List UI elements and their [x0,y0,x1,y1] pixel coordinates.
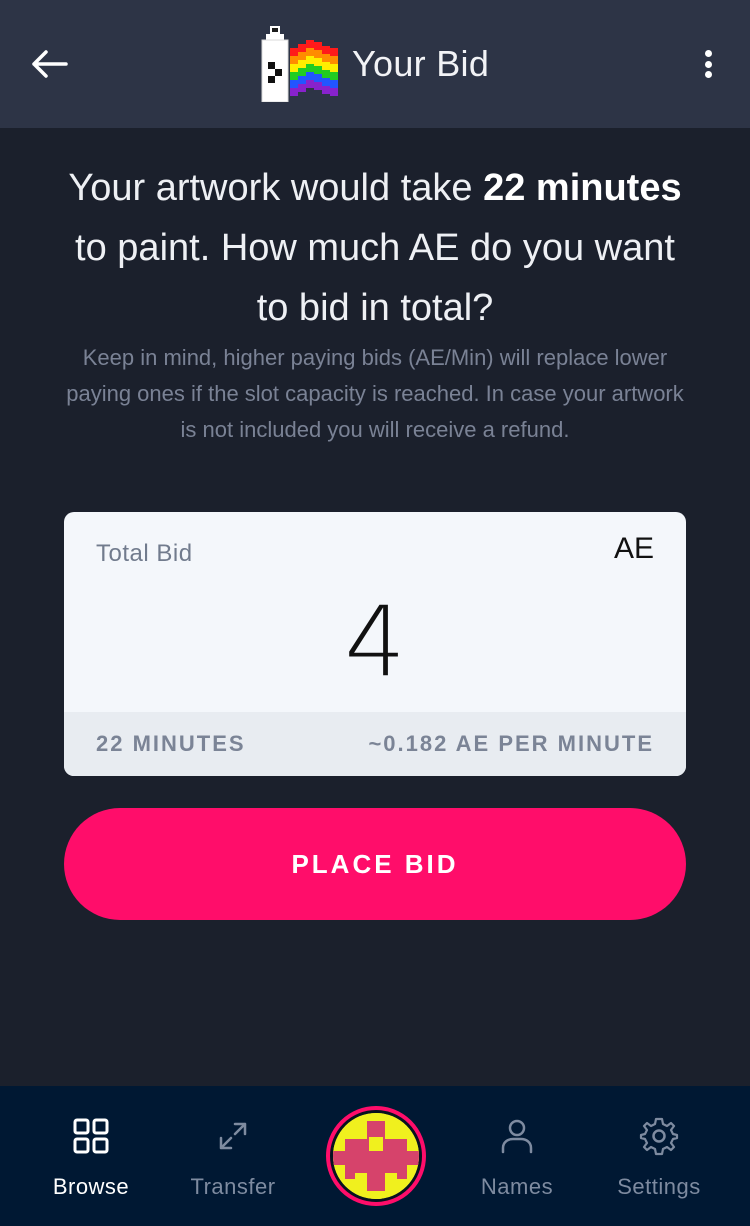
more-menu-button[interactable] [696,46,720,82]
nav-settings[interactable]: Settings [589,1116,729,1216]
gear-icon [639,1117,679,1156]
currency-label: AE [613,532,654,565]
avatar-identicon [333,1113,419,1199]
nav-names[interactable]: Names [447,1116,587,1216]
nav-label-names: Names [480,1174,554,1199]
nav-label-browse: Browse [52,1174,130,1199]
bottom-navigation: Browse Transfer Names Settings [0,1086,750,1226]
center-avatar-button[interactable] [326,1106,426,1206]
more-vertical-icon [704,50,712,57]
total-bid-input[interactable] [64,582,686,702]
brand: Your Bid [260,26,489,102]
bid-rate: ~0.182 AE PER MINUTE [368,731,654,756]
app-header: Your Bid [0,0,750,128]
total-bid-label: Total Bid [96,540,193,567]
grid-icon [73,1118,109,1154]
bid-card: Total Bid AE 22 MINUTES ~0.182 AE PER MI… [64,512,686,776]
nav-label-settings: Settings [617,1174,701,1199]
bid-duration: 22 MINUTES [96,731,246,756]
nav-browse[interactable]: Browse [21,1116,161,1216]
bid-summary: 22 MINUTES ~0.182 AE PER MINUTE [64,712,686,776]
expand-arrows-icon [219,1122,247,1150]
place-bid-button[interactable]: PLACE BID [64,808,686,920]
spray-can-rainbow-flag-logo [261,26,338,102]
arrow-left-icon [32,50,68,78]
duration-highlight: 22 minutes [483,167,682,209]
user-icon [501,1119,533,1154]
nav-transfer[interactable]: Transfer [163,1116,303,1216]
back-button[interactable] [26,44,70,84]
page-title: Your Bid [352,43,490,84]
nav-label-transfer: Transfer [190,1174,276,1199]
bid-question-headline: Your artwork would take 22 minutes to pa… [68,167,682,329]
bid-explanation: Keep in mind, higher paying bids (AE/Min… [66,345,684,442]
